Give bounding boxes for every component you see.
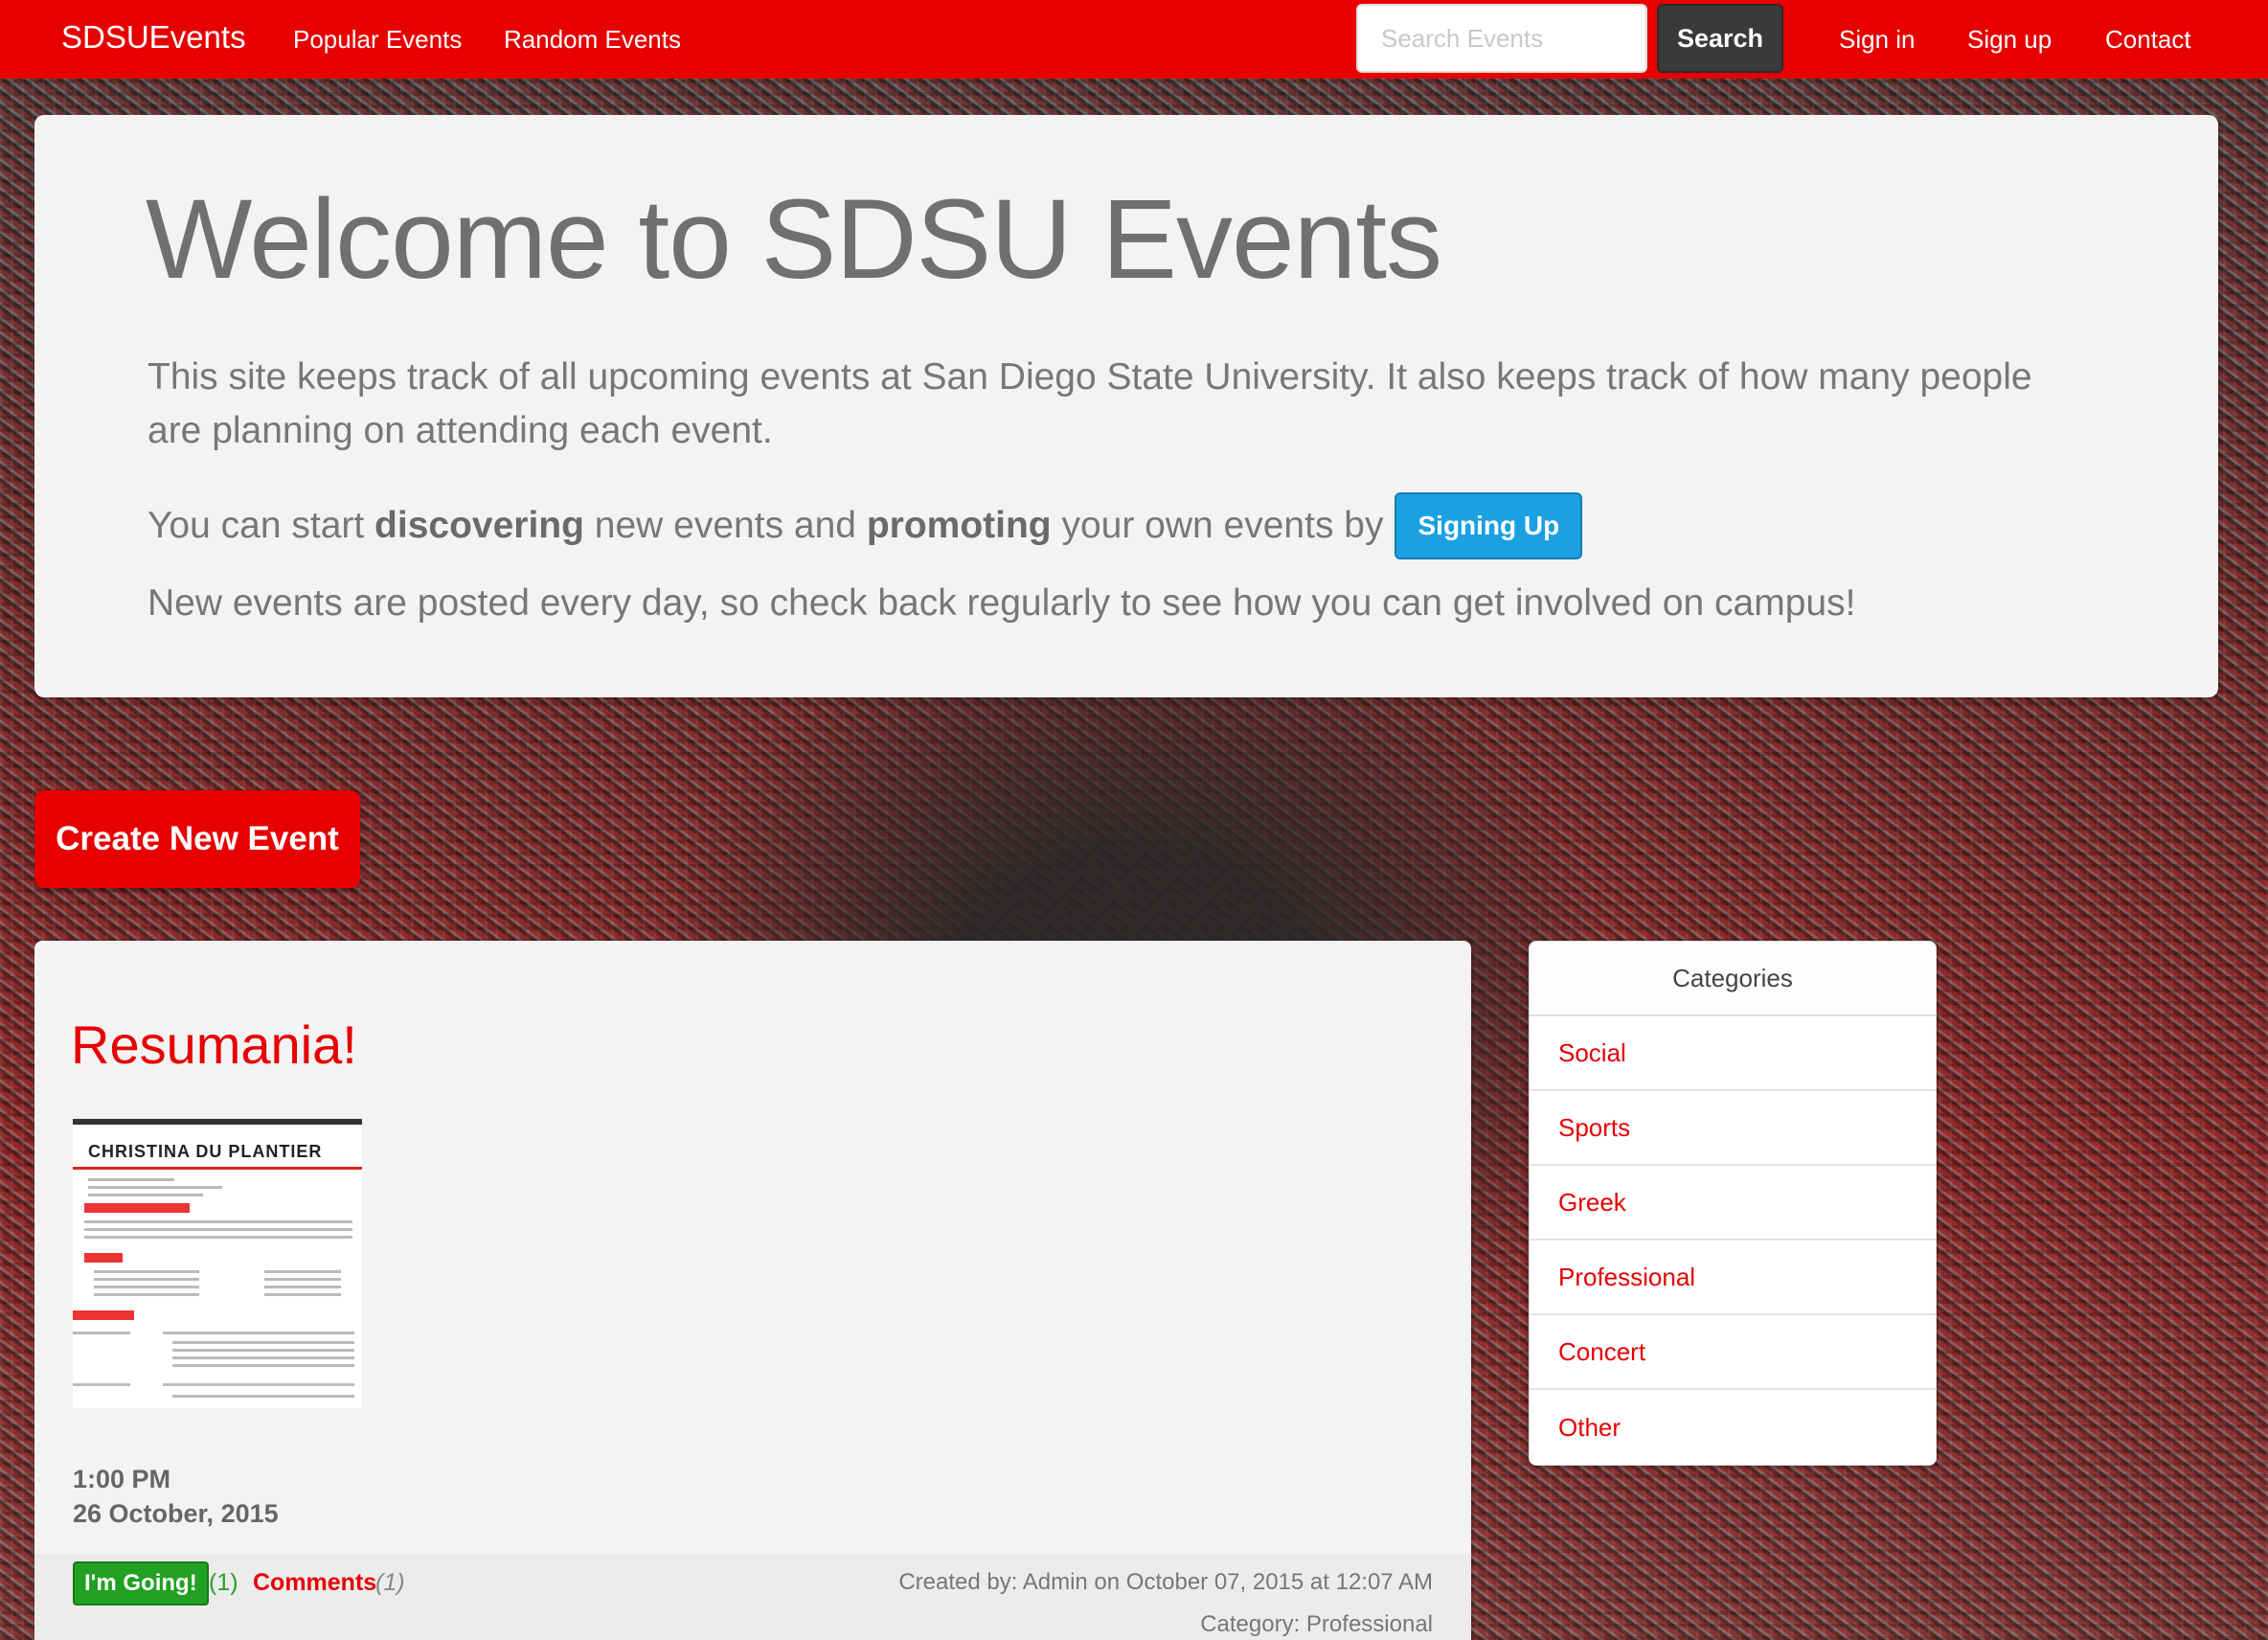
category-concert[interactable]: Concert xyxy=(1530,1315,1936,1390)
cta-bold-promoting: promoting xyxy=(866,505,1052,546)
nav-contact[interactable]: Contact xyxy=(2105,25,2191,55)
event-date: 26 October, 2015 xyxy=(73,1499,279,1528)
thumbnail-line xyxy=(172,1341,354,1344)
cta-text: You can start discovering new events and… xyxy=(147,492,1583,559)
thumbnail-rule xyxy=(73,1167,362,1170)
cta-mid: new events and xyxy=(583,505,867,546)
posting-info-text: New events are posted every day, so chec… xyxy=(147,582,1856,624)
thumbnail-line xyxy=(84,1236,352,1239)
cta-bold-discovering: discovering xyxy=(374,505,584,546)
category-social[interactable]: Social xyxy=(1530,1016,1936,1091)
thumbnail-line xyxy=(172,1395,354,1398)
im-going-button[interactable]: I'm Going! xyxy=(73,1561,209,1606)
event-datetime: 1:00 PM 26 October, 2015 xyxy=(73,1462,279,1531)
thumbnail-line xyxy=(172,1356,354,1359)
categories-heading: Categories xyxy=(1530,942,1936,1016)
nav-sign-up[interactable]: Sign up xyxy=(1967,25,2052,55)
thumbnail-line xyxy=(73,1383,130,1386)
thumbnail-section-tag xyxy=(84,1253,123,1263)
event-title-link[interactable]: Resumania! xyxy=(71,1014,357,1076)
cta-prefix: You can start xyxy=(147,505,375,546)
nav-random-events[interactable]: Random Events xyxy=(504,25,681,55)
intro-text: This site keeps track of all upcoming ev… xyxy=(147,356,2032,451)
thumbnail-line xyxy=(94,1286,199,1288)
thumbnail-line xyxy=(264,1278,341,1281)
search-button[interactable]: Search xyxy=(1657,4,1783,73)
category-professional[interactable]: Professional xyxy=(1530,1241,1936,1315)
thumbnail-line xyxy=(84,1228,352,1231)
navbar: SDSUEvents Popular Events Random Events … xyxy=(0,0,2268,79)
nav-sign-in[interactable]: Sign in xyxy=(1839,25,1916,55)
created-by-text: Created by: Admin on October 07, 2015 at… xyxy=(898,1569,1433,1595)
thumbnail-line xyxy=(73,1332,130,1334)
thumbnail-line xyxy=(94,1293,199,1296)
thumbnail-section-tag xyxy=(84,1203,190,1213)
thumbnail-line xyxy=(264,1270,341,1273)
event-card: Resumania! CHRISTINA DU PLANTIER 1:00 PM xyxy=(34,941,1471,1640)
cta-suffix: your own events by xyxy=(1051,505,1384,546)
thumbnail-line xyxy=(163,1332,354,1334)
nav-popular-events[interactable]: Popular Events xyxy=(293,25,462,55)
thumbnail-top-bar xyxy=(73,1119,362,1125)
welcome-jumbotron: Welcome to SDSU Events This site keeps t… xyxy=(34,115,2218,697)
brand-link[interactable]: SDSUEvents xyxy=(61,19,246,56)
category-sports[interactable]: Sports xyxy=(1530,1091,1936,1166)
thumbnail-line xyxy=(88,1186,222,1189)
thumbnail-line xyxy=(94,1270,199,1273)
event-thumbnail[interactable]: CHRISTINA DU PLANTIER xyxy=(73,1119,362,1408)
comments-link[interactable]: Comments xyxy=(253,1569,376,1597)
signing-up-button[interactable]: Signing Up xyxy=(1395,492,1583,559)
thumbnail-line xyxy=(88,1194,203,1196)
comments-count: (1) xyxy=(375,1569,405,1596)
thumbnail-section-tag xyxy=(73,1310,134,1320)
going-count: (1) xyxy=(209,1569,238,1596)
create-new-event-button[interactable]: Create New Event xyxy=(34,790,360,888)
thumbnail-line xyxy=(88,1178,174,1181)
thumbnail-line xyxy=(94,1278,199,1281)
categories-panel: Categories Social Sports Greek Professio… xyxy=(1529,941,1937,1466)
thumbnail-line xyxy=(84,1220,352,1223)
event-category-text: Category: Professional xyxy=(1200,1611,1433,1637)
thumbnail-line xyxy=(264,1293,341,1296)
thumbnail-line xyxy=(172,1364,354,1367)
event-time: 1:00 PM xyxy=(73,1465,171,1493)
thumbnail-name: CHRISTINA DU PLANTIER xyxy=(88,1142,323,1161)
thumbnail-line xyxy=(163,1383,354,1386)
thumbnail-line xyxy=(172,1349,354,1352)
category-other[interactable]: Other xyxy=(1530,1390,1936,1465)
category-greek[interactable]: Greek xyxy=(1530,1166,1936,1241)
search-input[interactable] xyxy=(1356,4,1647,73)
page-title: Welcome to SDSU Events xyxy=(146,176,1442,303)
thumbnail-line xyxy=(264,1286,341,1288)
